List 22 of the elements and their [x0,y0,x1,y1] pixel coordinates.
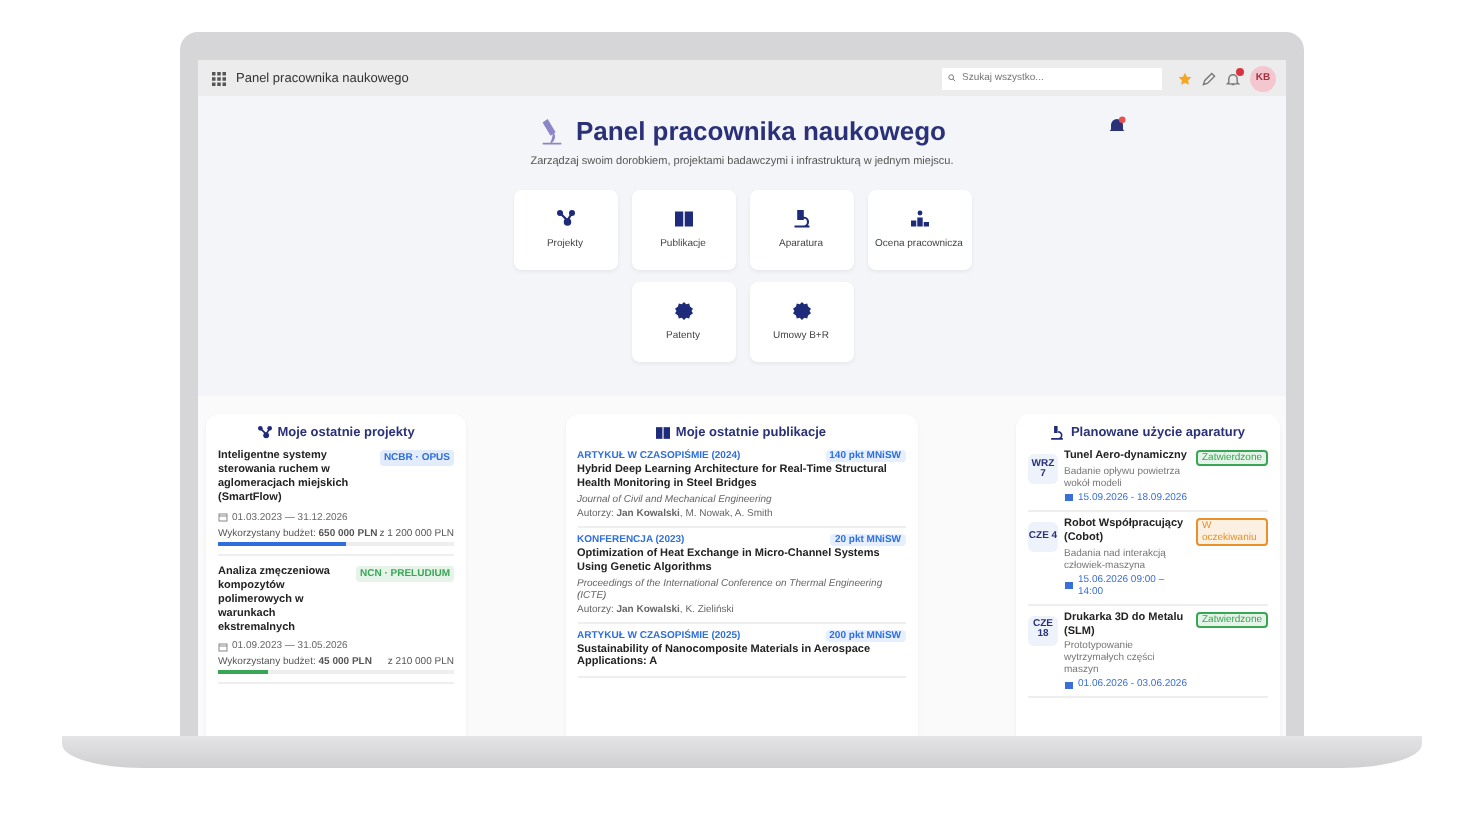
star-icon[interactable] [1178,71,1192,85]
calendar-icon [1064,679,1074,690]
microscope-icon [538,117,567,145]
notification-badge [1236,67,1244,75]
book-icon [655,426,670,440]
calendar-icon [218,512,228,523]
search-icon [948,74,956,82]
book-icon [673,210,693,228]
calendar-icon [1064,580,1074,591]
network-icon [257,426,272,440]
pen-icon[interactable] [1202,71,1216,85]
calendar-icon [218,641,228,652]
seal-icon [791,302,811,320]
network-icon [555,210,575,228]
microscope-icon [1050,426,1065,440]
page-title: Panel pracownika naukowego [576,116,946,146]
bell-icon[interactable] [1108,116,1126,134]
seal-icon [673,302,693,320]
menu-icon[interactable] [212,71,226,85]
microscope-icon [791,210,811,228]
podium-icon [909,210,929,228]
calendar-icon [1064,492,1074,503]
